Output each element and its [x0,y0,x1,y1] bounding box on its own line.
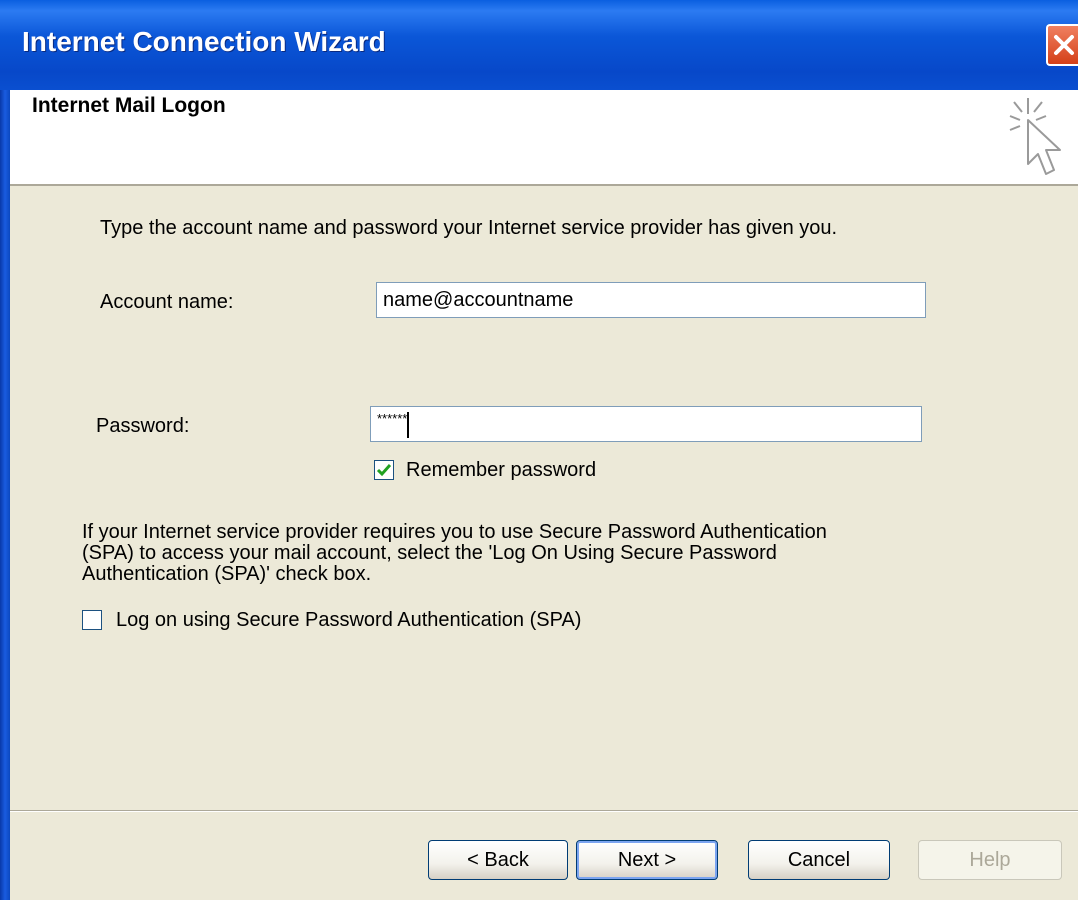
text-caret [407,411,410,438]
spa-checkbox[interactable] [82,610,102,630]
checkmark-icon [376,464,392,477]
spa-line: (SPA) to access your mail account, selec… [82,542,777,564]
close-button[interactable] [1046,24,1078,66]
remember-password-label[interactable]: Remember password [406,458,596,482]
wizard-header: Internet Mail Logon [10,90,1078,186]
spa-checkbox-label[interactable]: Log on using Secure Password Authenticat… [116,608,581,632]
help-button: Help [918,840,1062,880]
sparkle-cursor-icon [1009,98,1061,175]
password-mask: ****** [377,411,408,426]
intro-text: Type the account name and password your … [100,217,838,239]
page-title: Internet Mail Logon [32,94,226,117]
cancel-button[interactable]: Cancel [748,840,890,880]
password-input[interactable]: ****** [370,406,922,442]
remember-password-checkbox[interactable] [374,460,394,480]
back-button[interactable]: < Back [428,840,568,880]
next-button[interactable]: Next > [576,840,718,880]
footer-divider [10,810,1078,812]
spa-line: Authentication (SPA)' check box. [82,563,372,585]
title-bar: Internet Connection Wizard [0,0,1078,90]
window-title: Internet Connection Wizard [22,26,386,57]
account-name-input[interactable] [376,282,926,318]
spa-description: If your Internet service provider requir… [82,522,827,585]
close-icon [1054,35,1074,55]
window-frame [0,90,10,900]
spa-line: If your Internet service provider requir… [82,521,827,543]
account-name-label: Account name: [100,291,234,313]
password-label: Password: [96,415,190,437]
